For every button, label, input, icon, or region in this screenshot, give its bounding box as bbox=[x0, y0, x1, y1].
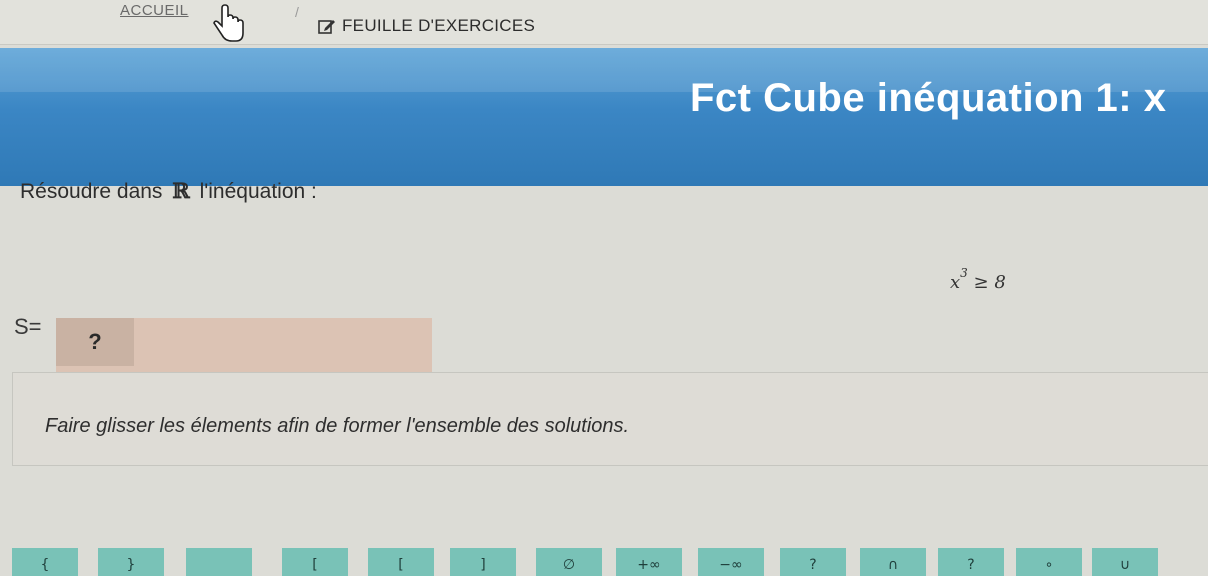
tile-left-bracket[interactable]: [ bbox=[282, 548, 348, 576]
tile-right-brace[interactable]: } bbox=[98, 548, 164, 576]
prompt-text-before: Résoudre dans bbox=[20, 180, 163, 203]
instruction-text: Faire glisser les élements afin de forme… bbox=[45, 415, 630, 437]
tile-empty-set[interactable]: ∅ bbox=[536, 548, 602, 576]
breadcrumb-separator: / bbox=[295, 4, 299, 20]
breadcrumb-home-link[interactable]: ACCUEIL bbox=[120, 2, 189, 19]
reals-symbol: ℝ bbox=[172, 178, 190, 203]
tile-plus-infinity[interactable]: +∞ bbox=[616, 548, 682, 576]
tile-union[interactable]: ∪ bbox=[1092, 548, 1158, 576]
breadcrumb-current[interactable]: FEUILLE D'EXERCICES bbox=[318, 16, 535, 36]
breadcrumb: ACCUEIL / FEUILLE D'EXERCICES bbox=[0, 0, 1208, 45]
equation-rest: ≥ 8 bbox=[967, 272, 1006, 293]
tile-blank[interactable] bbox=[186, 548, 252, 576]
tile-left-bracket-2[interactable]: [ bbox=[368, 548, 434, 576]
edit-icon bbox=[318, 20, 335, 34]
breadcrumb-current-label: FEUILLE D'EXERCICES bbox=[342, 16, 536, 35]
prompt-text-after: l'inéquation : bbox=[199, 180, 317, 203]
exercise-prompt: Résoudre dans ℝ l'inéquation : bbox=[20, 178, 317, 204]
tile-question-2[interactable]: ? bbox=[938, 548, 1004, 576]
tile-left-brace[interactable]: { bbox=[12, 548, 78, 576]
answer-drop-zone[interactable]: ? bbox=[56, 318, 432, 374]
equation-exponent: 3 bbox=[960, 266, 968, 280]
tile-minus-infinity[interactable]: −∞ bbox=[698, 548, 764, 576]
tile-circle[interactable]: ∘ bbox=[1016, 548, 1082, 576]
inequality-equation: x3 ≥ 8 bbox=[950, 266, 1006, 293]
tile-right-bracket[interactable]: ] bbox=[450, 548, 516, 576]
tile-question[interactable]: ? bbox=[780, 548, 846, 576]
answer-slot[interactable]: ? bbox=[56, 318, 134, 366]
tile-intersection[interactable]: ∩ bbox=[860, 548, 926, 576]
solution-label: S= bbox=[14, 314, 42, 339]
instruction-panel: Faire glisser les élements afin de forme… bbox=[12, 372, 1208, 466]
equation-base: x bbox=[950, 272, 961, 293]
page-title: Fct Cube inéquation 1: x bbox=[690, 76, 1167, 120]
hand-pointer-icon bbox=[213, 4, 244, 42]
draggable-tiles-row: { } [ [ ] ∅ +∞ −∞ ? ∩ ? ∘ ∪ bbox=[0, 548, 1208, 576]
